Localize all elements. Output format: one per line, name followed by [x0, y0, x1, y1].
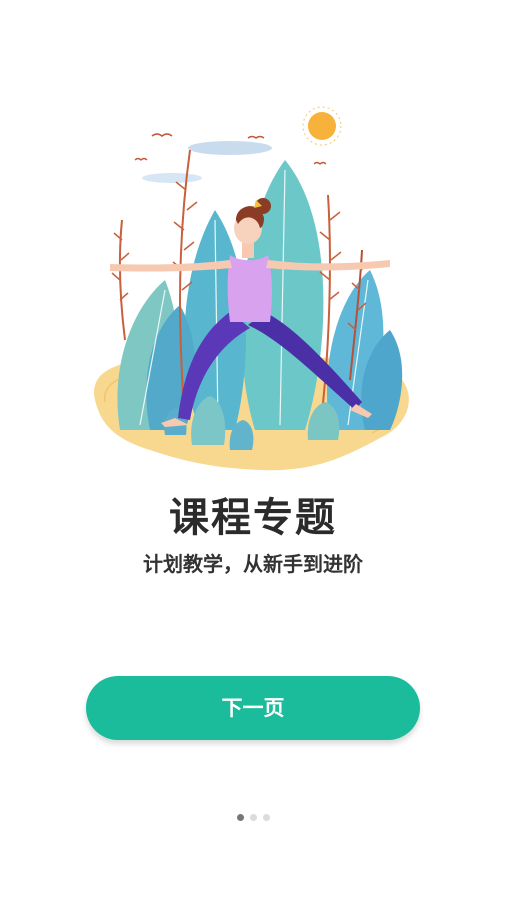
- page-dot-1: [236, 814, 244, 821]
- page-dot-2: [249, 814, 257, 821]
- next-page-button[interactable]: 下一页: [86, 676, 420, 740]
- page-title: 课程专题: [169, 495, 337, 541]
- yoga-illustration: [80, 100, 430, 485]
- sun-icon: [308, 112, 336, 140]
- page-subtitle: 计划教学，从新手到进阶: [143, 552, 363, 576]
- page-indicator: [0, 814, 506, 824]
- page-dot-3: [262, 814, 270, 821]
- onboarding-screen: 课程专题 计划教学，从新手到进阶 下一页: [0, 0, 506, 900]
